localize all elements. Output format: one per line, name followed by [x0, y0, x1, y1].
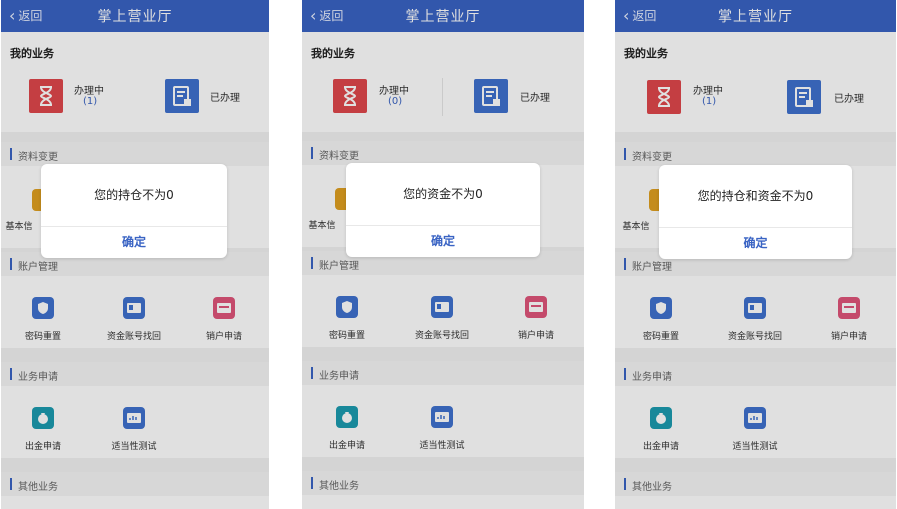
confirm-button[interactable]: 确定: [659, 234, 852, 251]
dialog-message: 您的持仓不为0: [94, 188, 174, 202]
alert-dialog: 您的持仓和资金不为0 确定: [659, 165, 852, 259]
alert-dialog: 您的持仓不为0 确定: [41, 164, 227, 258]
confirm-button[interactable]: 确定: [346, 232, 540, 249]
confirm-button[interactable]: 确定: [41, 233, 227, 250]
dialog-message: 您的持仓和资金不为0: [697, 189, 814, 203]
dialog-message: 您的资金不为0: [403, 187, 483, 201]
phone-screen-2: ‹ 返回 掌上营业厅 我的业务 办理中 (0) 已办理 资料变更 基本信 账户管理…: [302, 0, 584, 509]
phone-screen-3: ‹ 返回 掌上营业厅 我的业务 办理中 (1) 已办理 资料变更 基本信 账户管理…: [615, 0, 896, 509]
phone-screen-1: ‹ 返回 掌上营业厅 我的业务 办理中 (1) 已办理 资料变更 基本信 账户管理…: [1, 0, 269, 509]
alert-dialog: 您的资金不为0 确定: [346, 163, 540, 257]
